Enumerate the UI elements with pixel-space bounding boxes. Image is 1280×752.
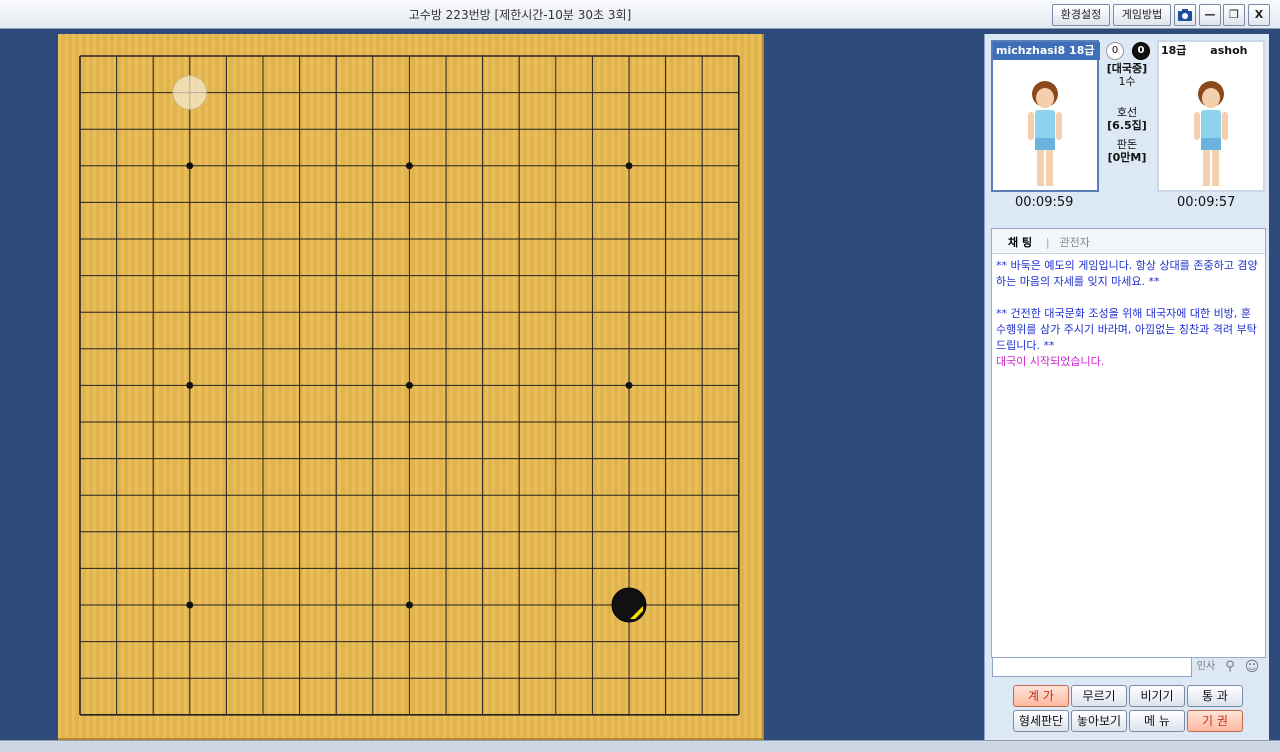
chat-log[interactable]: ** 바둑은 예도의 게임입니다. 항상 상대를 존중하고 겸양하는 마음의 자… — [992, 254, 1265, 374]
star-point — [405, 381, 413, 389]
camera-button[interactable] — [1174, 4, 1196, 26]
tab-chat[interactable]: 채 팅 — [1008, 234, 1032, 250]
player-card-left: michzhasi8 18급 — [991, 40, 1100, 192]
player-right-timer: 00:09:57 — [1177, 195, 1236, 210]
star-point — [405, 601, 413, 609]
close-button[interactable]: X — [1248, 4, 1270, 26]
komi: [6.5집] — [1107, 119, 1147, 132]
chat-tabs: 채 팅 | 관전자 — [992, 229, 1265, 254]
board-grid[interactable] — [58, 34, 762, 738]
player-left-timer: 00:09:59 — [1015, 195, 1074, 210]
white-stone — [172, 75, 208, 111]
draw-button[interactable]: 비기기 — [1129, 685, 1185, 707]
tab-observers[interactable]: 관전자 — [1059, 234, 1089, 250]
chat-panel: 채 팅 | 관전자 ** 바둑은 예도의 게임입니다. 항상 상대를 존중하고 … — [991, 228, 1266, 658]
go-board[interactable] — [58, 34, 764, 740]
star-point — [625, 162, 633, 170]
stake-label: 판돈 — [1116, 138, 1138, 151]
star-point — [405, 162, 413, 170]
placement-button[interactable]: 놓아보기 — [1071, 710, 1127, 732]
greet-button[interactable]: 인사 — [1195, 658, 1217, 676]
star-point — [186, 381, 194, 389]
star-point — [625, 381, 633, 389]
pin-icon[interactable]: ⚲ — [1221, 658, 1239, 676]
howto-button[interactable]: 게임방법 — [1113, 4, 1171, 26]
stake-value: [0만M] — [1107, 151, 1147, 164]
chat-message: ** 바둑은 예도의 게임입니다. 항상 상대를 존중하고 겸양하는 마음의 자… — [996, 259, 1258, 288]
tab-separator: | — [1045, 236, 1050, 249]
undo-button[interactable]: 무르기 — [1071, 685, 1127, 707]
pass-button[interactable]: 통 과 — [1187, 685, 1243, 707]
title-bar: 고수방 223번방 [제한시간-10분 30초 3회] 환경설정 게임방법 — … — [0, 0, 1280, 29]
star-point — [186, 162, 194, 170]
camera-icon — [1178, 9, 1192, 21]
side-panel: michzhasi8 18급 18급 ashoh 0 0 [대국중] 1수 호선… — [984, 34, 1269, 740]
evaluate-button[interactable]: 형세판단 — [1013, 710, 1069, 732]
taskbar — [0, 740, 1280, 752]
chat-input[interactable] — [992, 657, 1192, 677]
emoticon-icon[interactable]: ☺ — [1243, 658, 1261, 676]
player-right-header: 18급 ashoh — [1159, 42, 1263, 60]
window-title: 고수방 223번방 [제한시간-10분 30초 3회] — [408, 8, 632, 22]
chat-message: ** 건전한 대국문화 조성을 위해 대국자에 대한 비방, 훈수행위를 삼가 … — [996, 307, 1257, 352]
chat-message: 대국이 시작되었습니다. — [996, 355, 1105, 368]
minimize-button[interactable]: — — [1199, 4, 1221, 26]
handicap-label: 호선 — [1116, 106, 1138, 119]
settings-button[interactable]: 환경설정 — [1052, 4, 1110, 26]
player-right-rank: 18급 — [1161, 44, 1187, 57]
star-point — [186, 601, 194, 609]
player-card-right: 18급 ashoh — [1157, 40, 1265, 192]
white-capture-badge: 0 — [1106, 42, 1124, 60]
resign-button[interactable]: 기 권 — [1187, 710, 1243, 732]
restore-button[interactable]: ❐ — [1223, 4, 1245, 26]
avatar — [1028, 81, 1062, 186]
game-status: [대국중] — [1106, 62, 1148, 75]
black-capture-badge: 0 — [1132, 42, 1150, 60]
move-count: 1수 — [1118, 75, 1136, 88]
capture-counters: 0 0 — [1098, 40, 1156, 62]
player-right-name: ashoh — [1210, 44, 1248, 57]
player-left-name: michzhasi8 18급 — [993, 42, 1100, 60]
black-stone — [611, 587, 647, 623]
menu-button[interactable]: 메 뉴 — [1129, 710, 1185, 732]
game-info: 0 0 [대국중] 1수 호선 [6.5집] 판돈 [0만M] — [1098, 40, 1156, 164]
avatar — [1194, 81, 1228, 186]
count-button[interactable]: 계 가 — [1013, 685, 1069, 707]
